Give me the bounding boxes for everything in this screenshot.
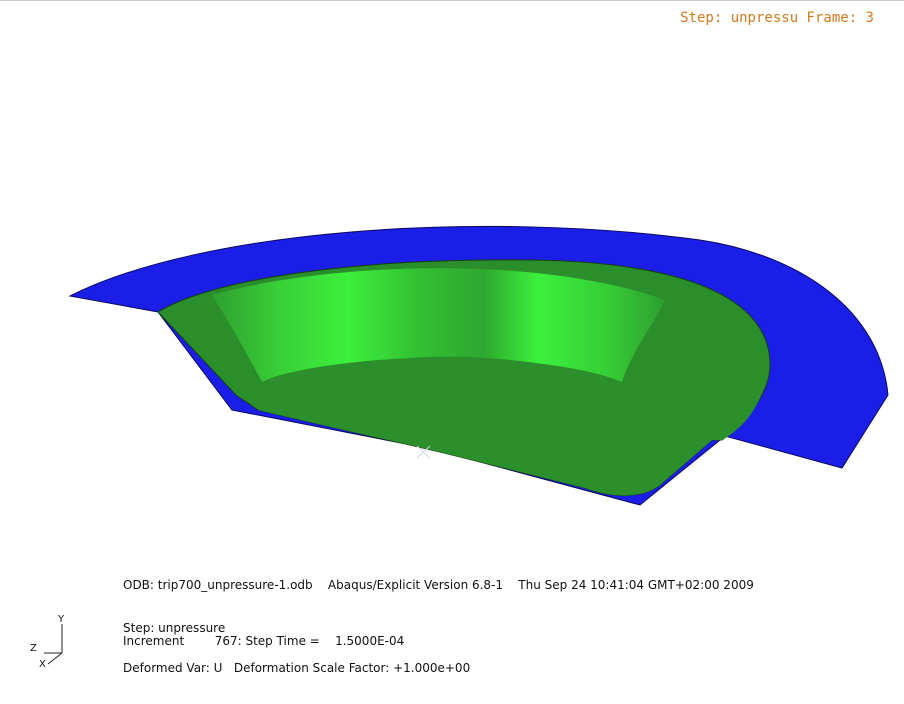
increment-info-line: Increment 767: Step Time = 1.5000E-04: [123, 634, 405, 648]
z-axis-label: Z: [30, 643, 37, 654]
deformed-var-line: Deformed Var: U Deformation Scale Factor…: [123, 661, 471, 675]
y-axis-label: Y: [58, 614, 65, 625]
axis-triad: Y Z X: [28, 612, 76, 672]
axis-triad-icon: [44, 624, 63, 665]
odb-info-line: ODB: trip700_unpressure-1.odb Abaqus/Exp…: [123, 578, 754, 592]
model-viewport[interactable]: [0, 0, 904, 704]
step-info-line: Step: unpressure: [123, 621, 226, 635]
x-axis-label: X: [39, 659, 46, 670]
